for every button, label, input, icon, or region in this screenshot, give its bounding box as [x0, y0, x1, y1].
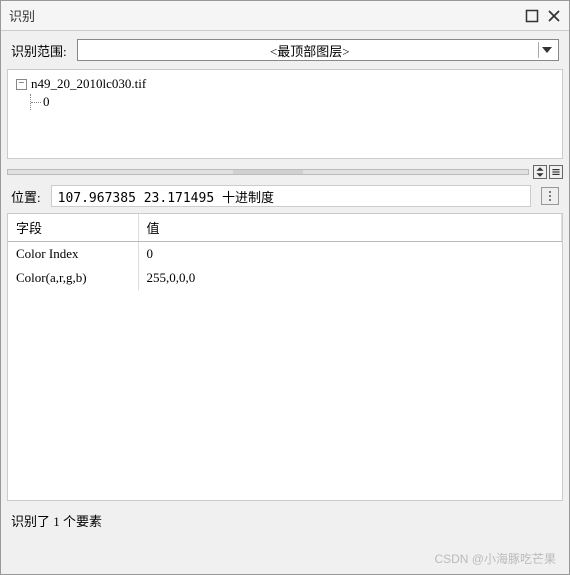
cell-value: 0: [138, 242, 562, 267]
header-value[interactable]: 值: [138, 214, 562, 242]
tree-child-label: 0: [43, 94, 50, 109]
close-icon[interactable]: [547, 9, 561, 23]
status-bar: 识别了 1 个要素: [1, 503, 569, 538]
title-bar: 识别: [1, 1, 569, 31]
attribute-table: 字段 值 Color Index 0 Color(a,r,g,b) 255,0,…: [7, 213, 563, 501]
expand-icon[interactable]: [533, 165, 547, 179]
cell-value: 255,0,0,0: [138, 266, 562, 290]
position-value: 107.967385 23.171495 十进制度: [58, 187, 274, 206]
header-field[interactable]: 字段: [8, 214, 138, 242]
status-text: 识别了 1 个要素: [11, 514, 102, 529]
window-title: 识别: [9, 6, 525, 25]
toolbar-icons: [533, 165, 563, 179]
position-options-icon[interactable]: [541, 187, 559, 205]
scope-selected: <最顶部图层>: [82, 41, 538, 60]
splitter[interactable]: [7, 165, 563, 179]
chevron-down-icon: [538, 42, 554, 58]
layer-tree: − n49_20_2010lc030.tif 0: [7, 69, 563, 159]
splitter-grip-icon: [233, 170, 303, 174]
table-row[interactable]: Color Index 0: [8, 242, 562, 267]
tree-root-label: n49_20_2010lc030.tif: [31, 76, 146, 92]
splitter-track: [7, 169, 529, 175]
scope-label: 识别范围:: [11, 41, 67, 60]
tree-child[interactable]: 0: [30, 94, 554, 110]
position-label: 位置:: [11, 187, 41, 206]
scope-dropdown[interactable]: <最顶部图层>: [77, 39, 559, 61]
scope-row: 识别范围: <最顶部图层>: [1, 31, 569, 69]
tree-collapse-icon[interactable]: −: [16, 79, 27, 90]
cell-field: Color(a,r,g,b): [8, 266, 138, 290]
maximize-icon[interactable]: [525, 9, 539, 23]
table-header-row: 字段 值: [8, 214, 562, 242]
position-field[interactable]: 107.967385 23.171495 十进制度: [51, 185, 531, 207]
tree-root[interactable]: − n49_20_2010lc030.tif: [16, 76, 554, 92]
menu-icon[interactable]: [549, 165, 563, 179]
watermark: CSDN @小海豚吃芒果: [434, 550, 556, 567]
window-buttons: [525, 9, 561, 23]
position-row: 位置: 107.967385 23.171495 十进制度: [1, 181, 569, 211]
cell-field: Color Index: [8, 242, 138, 267]
table-row[interactable]: Color(a,r,g,b) 255,0,0,0: [8, 266, 562, 290]
